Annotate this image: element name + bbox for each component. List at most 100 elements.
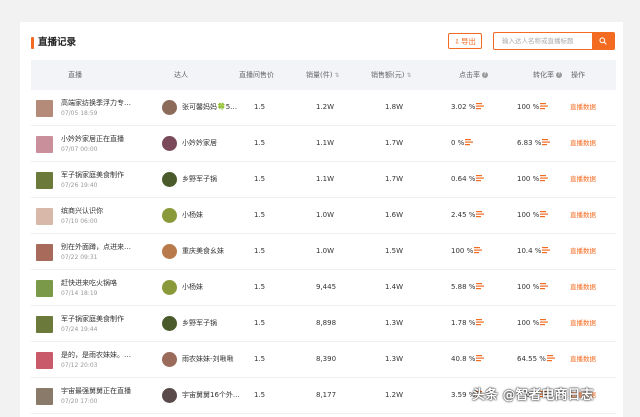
col-revenue[interactable]: 销售额(元) ⇅ xyxy=(371,60,412,90)
live-thumbnail[interactable] xyxy=(36,352,53,369)
talent-name[interactable]: 重庆美食幺妹 xyxy=(182,234,224,269)
search-button[interactable] xyxy=(592,33,614,49)
price-cell: 1.5 xyxy=(254,355,266,363)
live-data-link[interactable]: 直播数据 xyxy=(570,90,596,125)
export-label: 导出 xyxy=(460,37,476,46)
table-row[interactable]: 别在外面蹲，点进来… 07/22 09:31 重庆美食幺妹 1.5 1.0W 1.5W 10… xyxy=(31,234,616,270)
avatar[interactable] xyxy=(162,208,177,223)
sales-cell: 8,390 xyxy=(316,355,337,363)
live-title[interactable]: 宇宙最强舅舅正在直播 xyxy=(61,387,133,396)
search-input[interactable] xyxy=(494,33,592,49)
live-title[interactable]: 缤商兴认识你 xyxy=(61,207,133,216)
live-data-link[interactable]: 直播数据 xyxy=(570,306,596,341)
export-button[interactable]: ⇩导出 xyxy=(448,33,482,49)
live-records-card: 直播记录 ⇩导出 直播 达人 直播间售价 销量(件)⇅ 销售额(元)⇅ 点击率?… xyxy=(20,22,623,417)
cvr-cell: 64.55 % xyxy=(517,342,555,377)
table-row[interactable]: 是的，是雨农妹妹。… 07/12 20:03 雨农妹妹-刘啾啾 1.5 8,390 1.3… xyxy=(31,342,616,378)
avatar[interactable] xyxy=(162,352,177,367)
live-data-link[interactable]: 直播数据 xyxy=(570,234,596,269)
cvr-cell: 10.4 % xyxy=(517,234,551,269)
avatar[interactable] xyxy=(162,172,177,187)
live-title[interactable]: 是的，是雨农妹妹。… xyxy=(61,351,133,360)
live-title[interactable]: 别在外面蹲，点进来… xyxy=(61,243,133,252)
talent-name[interactable]: 乡野军子锅 xyxy=(182,162,217,197)
table-row[interactable]: 赶快进来吃火锅咯 07/14 18:19 小杨妹 1.5 9,445 1.4W 5.88 %… xyxy=(31,270,616,306)
table-row[interactable]: 军子锅家庭美食制作 07/24 19:44 乡野军子锅 1.5 8,898 1.3W 1.7… xyxy=(31,306,616,342)
sort-icon: ⇅ xyxy=(406,72,412,79)
revenue-cell: 1.4W xyxy=(385,283,404,291)
live-thumbnail[interactable] xyxy=(36,244,53,261)
col-sales[interactable]: 销量(件) ⇅ xyxy=(306,60,340,90)
live-title[interactable]: 军子锅家庭美食制作 xyxy=(61,315,133,324)
sales-cell: 1.0W xyxy=(316,247,335,255)
live-thumbnail[interactable] xyxy=(36,388,53,405)
avatar[interactable] xyxy=(162,136,177,151)
revenue-cell: 1.6W xyxy=(385,211,404,219)
ctr-cell: 5.88 % xyxy=(451,270,485,305)
table-row[interactable]: 高端家纺换季浮力专… 07/05 18:59 张可馨妈妈🍀5… 1.5 1.2W 1.8W… xyxy=(31,90,616,126)
revenue-cell: 1.7W xyxy=(385,139,404,147)
live-data-link[interactable]: 直播数据 xyxy=(570,270,596,305)
talent-name[interactable]: 小妗妗家居 xyxy=(182,126,217,161)
talent-name[interactable]: 宇宙舅舅16个外… xyxy=(182,378,240,413)
live-title[interactable]: 高端家纺换季浮力专… xyxy=(61,99,133,108)
ctr-cell: 2.45 % xyxy=(451,198,485,233)
talent-name[interactable]: 乡野军子锅 xyxy=(182,306,217,341)
price-cell: 1.5 xyxy=(254,103,266,111)
talent-name[interactable]: 小杨妹 xyxy=(182,270,203,305)
cvr-cell: 100 % xyxy=(517,162,549,197)
price-cell: 1.5 xyxy=(254,247,266,255)
avatar[interactable] xyxy=(162,388,177,403)
download-icon: ⇩ xyxy=(454,38,460,46)
live-thumbnail[interactable] xyxy=(36,316,53,333)
price-cell: 1.5 xyxy=(254,139,266,147)
trend-icon xyxy=(540,175,549,182)
col-cvr: 转化率? xyxy=(533,71,562,79)
live-thumbnail[interactable] xyxy=(36,100,53,117)
live-time: 07/14 18:19 xyxy=(61,290,98,297)
trend-icon xyxy=(540,283,549,290)
ctr-cell: 100 % xyxy=(451,234,483,269)
table-row[interactable]: 小妗妗家居正在直播 07/07 00:00 小妗妗家居 1.5 1.1W 1.7W 0 % 6… xyxy=(31,126,616,162)
trend-icon xyxy=(540,103,549,110)
talent-name[interactable]: 雨农妹妹-刘啾啾 xyxy=(182,342,234,377)
avatar[interactable] xyxy=(162,280,177,295)
avatar[interactable] xyxy=(162,244,177,259)
talent-name[interactable]: 小杨妹 xyxy=(182,198,203,233)
table-row[interactable]: 军子锅家庭美食制作 07/26 19:40 乡野军子锅 1.5 1.1W 1.7W 0.64… xyxy=(31,162,616,198)
revenue-cell: 1.2W xyxy=(385,391,404,399)
live-thumbnail[interactable] xyxy=(36,136,53,153)
live-data-link[interactable]: 直播数据 xyxy=(570,342,596,377)
ctr-cell: 40.8 % xyxy=(451,342,485,377)
table-row[interactable]: 缤商兴认识你 07/10 06:00 小杨妹 1.5 1.0W 1.6W 2.45 % 100… xyxy=(31,198,616,234)
live-title[interactable]: 小妗妗家居正在直播 xyxy=(61,135,133,144)
trend-icon xyxy=(540,211,549,218)
talent-name[interactable]: 张可馨妈妈🍀5… xyxy=(182,90,237,125)
trend-icon xyxy=(546,355,555,362)
live-title[interactable]: 军子锅家庭美食制作 xyxy=(61,171,133,180)
help-icon[interactable]: ? xyxy=(482,72,488,78)
live-data-link[interactable]: 直播数据 xyxy=(570,198,596,233)
live-time: 07/12 20:03 xyxy=(61,362,98,369)
live-data-link[interactable]: 直播数据 xyxy=(570,162,596,197)
sales-cell: 1.1W xyxy=(316,139,335,147)
live-thumbnail[interactable] xyxy=(36,208,53,225)
col-ctr: 点击率? xyxy=(459,71,488,79)
trend-icon xyxy=(542,247,551,254)
avatar[interactable] xyxy=(162,100,177,115)
live-title[interactable]: 赶快进来吃火锅咯 xyxy=(61,279,133,288)
avatar[interactable] xyxy=(162,316,177,331)
ctr-cell: 0.64 % xyxy=(451,162,485,197)
cvr-cell: 100 % xyxy=(517,90,549,125)
sales-cell: 1.2W xyxy=(316,103,335,111)
help-icon[interactable]: ? xyxy=(556,72,562,78)
live-thumbnail[interactable] xyxy=(36,172,53,189)
live-thumbnail[interactable] xyxy=(36,280,53,297)
price-cell: 1.5 xyxy=(254,283,266,291)
live-time: 07/20 17:00 xyxy=(61,398,98,405)
sort-icon: ⇅ xyxy=(334,72,340,79)
col-talent: 达人 xyxy=(174,71,188,79)
sales-cell: 9,445 xyxy=(316,283,337,291)
live-data-link[interactable]: 直播数据 xyxy=(570,126,596,161)
revenue-cell: 1.3W xyxy=(385,355,404,363)
